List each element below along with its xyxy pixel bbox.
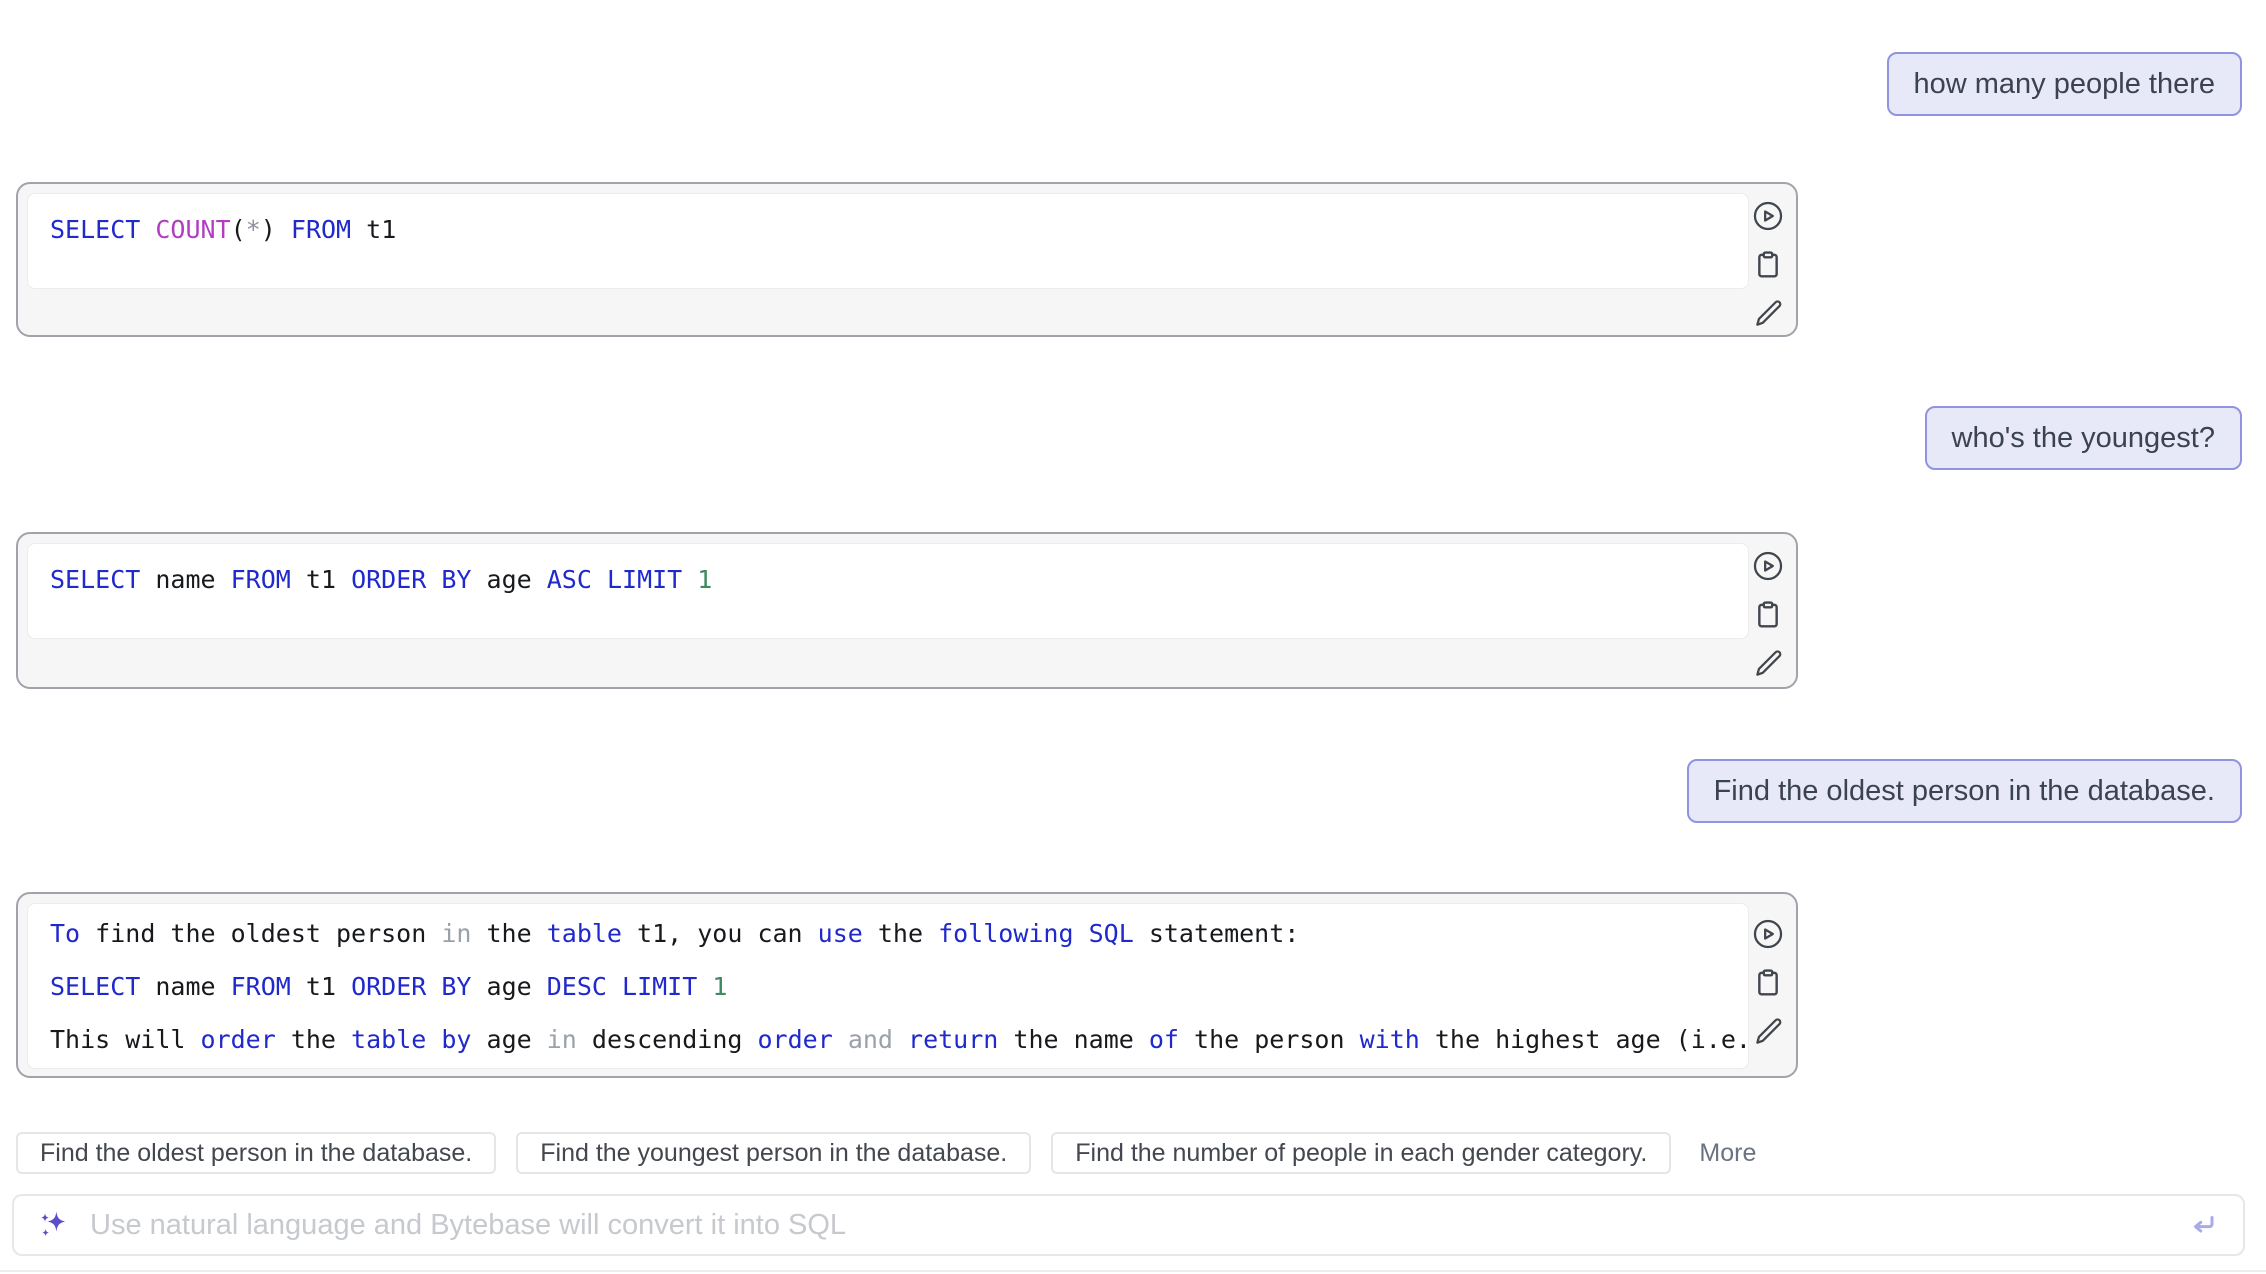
run-sql-button[interactable] <box>1750 198 1786 234</box>
pencil-icon <box>1751 1015 1785 1049</box>
explanation-line: To find the oldest person in the table t… <box>50 907 1726 960</box>
run-sql-button[interactable] <box>1750 916 1786 952</box>
sql-code-block: SELECT name FROM t1 ORDER BY age ASC LIM… <box>27 543 1749 639</box>
play-circle-icon <box>1751 917 1785 951</box>
nl-to-sql-input-bar <box>12 1194 2245 1256</box>
play-circle-icon <box>1751 199 1785 233</box>
sql-code-line: SELECT COUNT(*) FROM t1 <box>50 215 1726 244</box>
sql-response-card: SELECT name FROM t1 ORDER BY age ASC LIM… <box>16 532 1798 689</box>
user-message-bubble: Find the oldest person in the database. <box>1687 759 2242 823</box>
card-action-column <box>1750 198 1786 332</box>
edit-sql-button[interactable] <box>1750 1014 1786 1050</box>
sparkles-icon <box>36 1207 72 1243</box>
clipboard-icon <box>1751 966 1785 1000</box>
clipboard-icon <box>1751 598 1785 632</box>
copy-sql-button[interactable] <box>1750 965 1786 1001</box>
bottom-divider <box>0 1270 2266 1272</box>
pencil-icon <box>1751 297 1785 331</box>
suggestion-chip[interactable]: Find the number of people in each gender… <box>1051 1132 1671 1174</box>
nl-query-input[interactable] <box>88 1208 2169 1243</box>
suggestion-chip[interactable]: Find the oldest person in the database. <box>16 1132 496 1174</box>
sql-response-card: SELECT COUNT(*) FROM t1 <box>16 182 1798 337</box>
user-message-bubble: who's the youngest? <box>1925 406 2243 470</box>
card-action-column <box>1750 916 1786 1050</box>
sql-code-block: To find the oldest person in the table t… <box>27 903 1749 1069</box>
submit-query-button[interactable] <box>2185 1207 2221 1243</box>
copy-sql-button[interactable] <box>1750 597 1786 633</box>
pencil-icon <box>1751 647 1785 681</box>
edit-sql-button[interactable] <box>1750 296 1786 332</box>
sql-response-card: To find the oldest person in the table t… <box>16 892 1798 1078</box>
sql-code-block: SELECT COUNT(*) FROM t1 <box>27 193 1749 289</box>
user-message-bubble: how many people there <box>1887 52 2242 116</box>
edit-sql-button[interactable] <box>1750 646 1786 682</box>
suggestion-chip-row: Find the oldest person in the database. … <box>16 1132 1764 1174</box>
sql-code-line: SELECT name FROM t1 ORDER BY age DESC LI… <box>50 960 1726 1013</box>
copy-sql-button[interactable] <box>1750 247 1786 283</box>
play-circle-icon <box>1751 549 1785 583</box>
card-action-column <box>1750 548 1786 682</box>
run-sql-button[interactable] <box>1750 548 1786 584</box>
more-suggestions-button[interactable]: More <box>1691 1139 1764 1168</box>
clipboard-icon <box>1751 248 1785 282</box>
explanation-line: This will order the table by age in desc… <box>50 1013 1726 1066</box>
sql-code-line: SELECT name FROM t1 ORDER BY age ASC LIM… <box>50 565 1726 594</box>
enter-return-icon <box>2185 1207 2221 1243</box>
suggestion-chip[interactable]: Find the youngest person in the database… <box>516 1132 1031 1174</box>
